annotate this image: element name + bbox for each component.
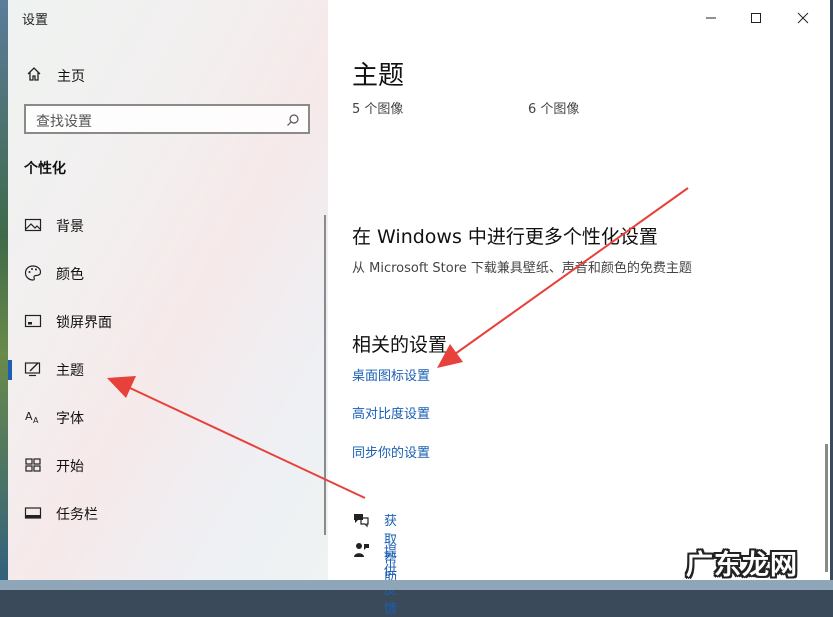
sidebar-item-start[interactable]: 开始 <box>8 446 328 486</box>
give-feedback-label: 提供反馈 <box>384 545 398 617</box>
sidebar-item-fonts[interactable]: AA 字体 <box>8 398 328 438</box>
sidebar-item-taskbar[interactable]: 任务栏 <box>8 494 328 534</box>
feedback-icon <box>352 541 370 563</box>
active-indicator <box>8 360 12 380</box>
home-icon <box>26 66 42 86</box>
related-settings-heading: 相关的设置 <box>352 334 448 356</box>
sidebar-item-label: 主题 <box>56 363 84 379</box>
main-content: 主题 5 个图像 6 个图像 在 Windows 中进行更多个性化设置 从 Mi… <box>328 0 830 617</box>
sidebar-item-label: 任务栏 <box>56 507 98 523</box>
sidebar-item-label: 主页 <box>57 69 85 85</box>
sidebar-item-colors[interactable]: 颜色 <box>8 254 328 294</box>
theme-image-count: 5 个图像 <box>352 102 404 117</box>
high-contrast-settings-link[interactable]: 高对比度设置 <box>352 403 430 422</box>
sidebar-item-label: 锁屏界面 <box>56 315 112 331</box>
sidebar-item-background[interactable]: 背景 <box>8 206 328 246</box>
main-scrollbar[interactable] <box>825 444 828 572</box>
close-button[interactable] <box>790 8 816 28</box>
sidebar-item-themes[interactable]: 主题 <box>8 350 328 390</box>
font-icon: AA <box>24 408 42 426</box>
theme-image-count: 6 个图像 <box>528 102 580 117</box>
search-placeholder: 查找设置 <box>36 114 92 130</box>
more-personalization-heading: 在 Windows 中进行更多个性化设置 <box>352 226 658 248</box>
sidebar-item-label: 字体 <box>56 411 84 427</box>
sidebar: 设置 主页 查找设置 个性化 背景 颜色 锁屏界面 主题 A A 字体 开始 任… <box>8 0 328 580</box>
sidebar-item-label: 背景 <box>56 219 84 235</box>
taskbar-icon <box>24 504 42 522</box>
minimize-button[interactable] <box>698 8 724 28</box>
sidebar-scrollbar[interactable] <box>324 215 326 535</box>
maximize-button[interactable] <box>743 8 769 28</box>
settings-window: 设置 主页 查找设置 个性化 背景 颜色 锁屏界面 主题 A A 字体 开始 任… <box>8 0 830 617</box>
watermark-logo: 广东龙网 <box>686 550 798 581</box>
sync-settings-link[interactable]: 同步你的设置 <box>352 442 430 461</box>
sidebar-item-label: 颜色 <box>56 267 84 283</box>
picture-icon <box>24 216 42 234</box>
desktop-icon-settings-link[interactable]: 桌面图标设置 <box>352 365 430 384</box>
page-title: 主题 <box>352 61 405 91</box>
search-input[interactable]: 查找设置 <box>24 104 310 134</box>
section-title: 个性化 <box>24 161 66 177</box>
app-title: 设置 <box>22 13 49 28</box>
svg-text:A: A <box>25 410 33 423</box>
store-themes-link[interactable]: 从 Microsoft Store 下载兼具壁纸、声音和颜色的免费主题 <box>352 257 692 276</box>
start-icon <box>24 456 42 474</box>
sidebar-item-home[interactable]: 主页 <box>8 58 328 92</box>
sidebar-item-label: 开始 <box>56 459 84 475</box>
sidebar-item-lockscreen[interactable]: 锁屏界面 <box>8 302 328 342</box>
theme-icon <box>24 360 42 378</box>
search-icon[interactable] <box>286 112 300 131</box>
help-chat-icon <box>352 510 370 532</box>
svg-text:A: A <box>33 416 39 425</box>
lockscreen-icon <box>24 312 42 330</box>
palette-icon <box>24 264 42 282</box>
